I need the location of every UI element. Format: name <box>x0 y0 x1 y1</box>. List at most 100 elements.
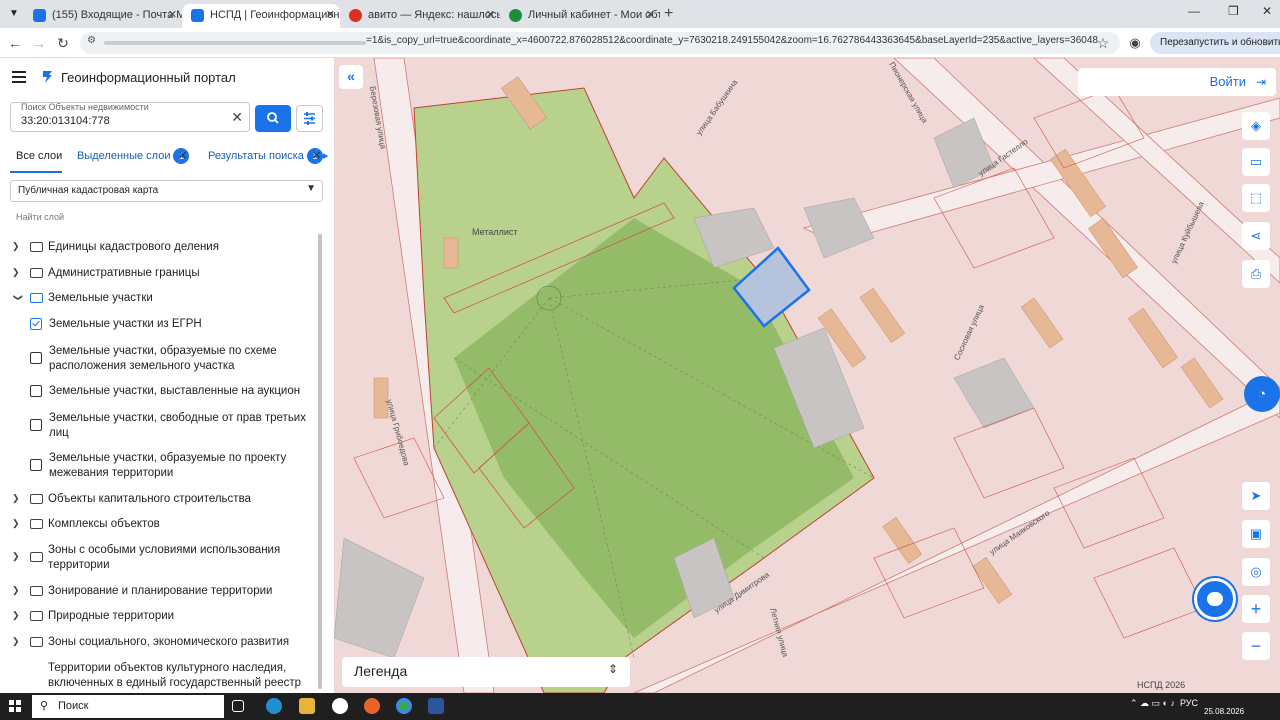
checkbox[interactable] <box>30 419 42 431</box>
chevron-right-icon[interactable]: ❯ <box>12 518 20 529</box>
task-view-icon[interactable] <box>232 700 244 712</box>
language-indicator[interactable]: РУС <box>1180 698 1198 708</box>
chevron-right-icon[interactable]: ❯ <box>12 585 20 596</box>
chevron-right-icon[interactable]: ❯ <box>12 610 20 621</box>
tab-all-layers[interactable]: Все слои <box>16 150 62 162</box>
window-close-icon[interactable]: ✕ <box>1262 4 1272 18</box>
browser-tab-yandex[interactable]: авито — Яндекс: нашлось 5 ты ✕ <box>340 4 500 28</box>
tray-icons[interactable]: ⌃ ☁ ▭ ◐ ♪ <box>1130 698 1175 709</box>
chrome-icon[interactable] <box>396 698 412 714</box>
forward-arrow-icon[interactable]: → <box>30 34 48 52</box>
expand-arrows-icon[interactable]: ⇕ <box>608 662 618 676</box>
url-redacted-prefix <box>104 41 366 45</box>
layers-scrollbar[interactable] <box>318 234 322 689</box>
minimap-icon[interactable]: ▣ <box>1242 520 1270 548</box>
layers-tool-icon[interactable]: ◈ <box>1242 112 1270 140</box>
layer-label: Земельные участки, свободные от прав тре… <box>49 412 306 424</box>
new-tab-icon[interactable]: + <box>664 4 673 24</box>
ruler-tool-icon[interactable]: ▭ <box>1242 148 1270 176</box>
firefox-icon[interactable] <box>364 698 380 714</box>
os-taskbar: ⚲ Поиск ⌃ ☁ ▭ ◐ ♪ РУС 25.08.2026 <box>0 693 1280 720</box>
layer-label-cont: лиц <box>49 427 69 439</box>
active-tab-underline <box>10 171 62 173</box>
tab-search-results[interactable]: Результаты поиска 1 <box>208 148 323 164</box>
taskbar-search-label: Поиск <box>58 700 89 712</box>
search-value: 33:20:013104:778 <box>21 115 110 127</box>
chevron-right-icon[interactable]: ❯ <box>12 636 20 647</box>
layer-label-cont: расположения земельного участка <box>49 360 235 372</box>
search-button[interactable] <box>255 105 291 132</box>
word-icon[interactable] <box>428 698 444 714</box>
edge-icon[interactable] <box>266 698 282 714</box>
browser-tab-avito[interactable]: Личный кабинет - Мои объяв ✕ <box>500 4 660 28</box>
profile-icon[interactable]: ◉ <box>1126 34 1144 52</box>
restore-icon[interactable]: ❐ <box>1228 4 1239 18</box>
bookmark-star-icon[interactable]: ☆ <box>1094 34 1112 52</box>
close-icon[interactable]: ✕ <box>168 4 177 26</box>
file-explorer-icon[interactable] <box>299 698 315 714</box>
checkbox[interactable] <box>30 352 42 364</box>
tab-selected-layers[interactable]: Выделенные слои 1 <box>77 148 190 164</box>
close-icon[interactable]: ✕ <box>646 4 655 26</box>
folder-icon <box>30 268 43 278</box>
reload-icon[interactable]: ↻ <box>54 34 72 52</box>
legend-panel[interactable]: Легенда ⇕ <box>342 657 630 687</box>
close-icon[interactable]: ✕ <box>486 4 495 26</box>
layer-label-cont: территории <box>48 559 110 571</box>
restart-label: Перезапустить и обновить <box>1160 37 1280 48</box>
search-input[interactable]: Поиск Объекты недвижимости 33:20:013104:… <box>10 102 250 132</box>
clear-icon[interactable]: ✕ <box>231 109 243 125</box>
layer-label: Земельные участки, образуемые по схеме <box>49 345 277 357</box>
zoom-in-icon[interactable]: + <box>1242 595 1270 623</box>
collapse-panel-button[interactable]: « <box>339 65 363 89</box>
cadastral-map[interactable]: Металлист улица Бабушкина Березовая улиц… <box>334 58 1280 693</box>
url-field[interactable]: ⚙ =1&is_copy_url=true&coordinate_x=46007… <box>80 32 1120 54</box>
browser-tab-mail[interactable]: (155) Входящие - Почта Mail ✕ <box>24 4 182 28</box>
minimize-icon[interactable]: — <box>1188 4 1200 18</box>
menu-icon[interactable] <box>12 71 26 83</box>
search-icon <box>267 112 279 124</box>
nspd-favicon-icon <box>191 9 204 22</box>
yandex-browser-icon[interactable] <box>332 698 348 714</box>
search-icon: ⚲ <box>40 700 49 712</box>
windows-start-icon[interactable] <box>9 700 21 712</box>
print-icon[interactable]: ⎙ <box>1242 260 1270 288</box>
restart-update-button[interactable]: Перезапустить и обновить ⋮ <box>1150 32 1280 54</box>
legend-title: Легенда <box>354 663 408 679</box>
map-canvas[interactable] <box>334 58 1280 693</box>
chevron-right-icon[interactable]: ❯ <box>12 241 20 252</box>
locate-me-icon[interactable]: ◎ <box>1242 558 1270 586</box>
chevron-right-icon[interactable]: ❯ <box>12 267 20 278</box>
share-icon[interactable]: ⋖ <box>1242 222 1270 250</box>
folder-icon <box>30 637 43 647</box>
filter-button[interactable] <box>296 105 323 132</box>
close-selected-icon[interactable]: ✕ <box>178 149 187 162</box>
tabs-scroll-right-icon[interactable]: ▸ <box>323 149 329 162</box>
basemap-select[interactable]: Публичная кадастровая карта ▼ <box>10 180 323 202</box>
folder-icon <box>30 519 43 529</box>
chevron-right-icon[interactable]: ❯ <box>12 493 20 504</box>
find-layer-input[interactable]: Найти слой <box>16 212 64 222</box>
site-info-icon[interactable]: ⚙ <box>87 35 96 46</box>
layer-tabs: Все слои Выделенные слои 1 ✕ Результаты п… <box>0 144 334 174</box>
chat-bot-icon[interactable]: ◔ <box>1244 376 1280 412</box>
login-button[interactable]: Войти ⇥ <box>1078 68 1276 96</box>
geolocate-icon[interactable]: ➤ <box>1242 482 1270 510</box>
close-icon[interactable]: ✕ <box>326 4 335 26</box>
support-chat-button[interactable] <box>1194 578 1236 620</box>
browser-tab-nspd[interactable]: НСПД | Геоинформационный ✕ <box>182 4 340 28</box>
taskbar-search[interactable]: ⚲ Поиск <box>32 695 224 718</box>
checkbox-checked[interactable] <box>30 318 42 330</box>
chevron-down-icon[interactable]: ❯ <box>12 294 23 302</box>
layer-label-cont: межевания территории <box>49 467 174 479</box>
back-arrow-icon[interactable]: ← <box>6 34 24 52</box>
checkbox[interactable] <box>30 459 42 471</box>
basemap-value: Публичная кадастровая карта <box>18 185 159 196</box>
tab-search-icon[interactable]: ▼ <box>6 6 22 22</box>
layer-label: Природные территории <box>48 610 175 622</box>
checkbox[interactable] <box>30 385 42 397</box>
zoom-out-icon[interactable]: − <box>1242 632 1270 660</box>
close-results-icon[interactable]: ✕ <box>312 149 321 162</box>
select-area-icon[interactable]: ⬚ <box>1242 184 1270 212</box>
chevron-right-icon[interactable]: ❯ <box>12 551 20 562</box>
